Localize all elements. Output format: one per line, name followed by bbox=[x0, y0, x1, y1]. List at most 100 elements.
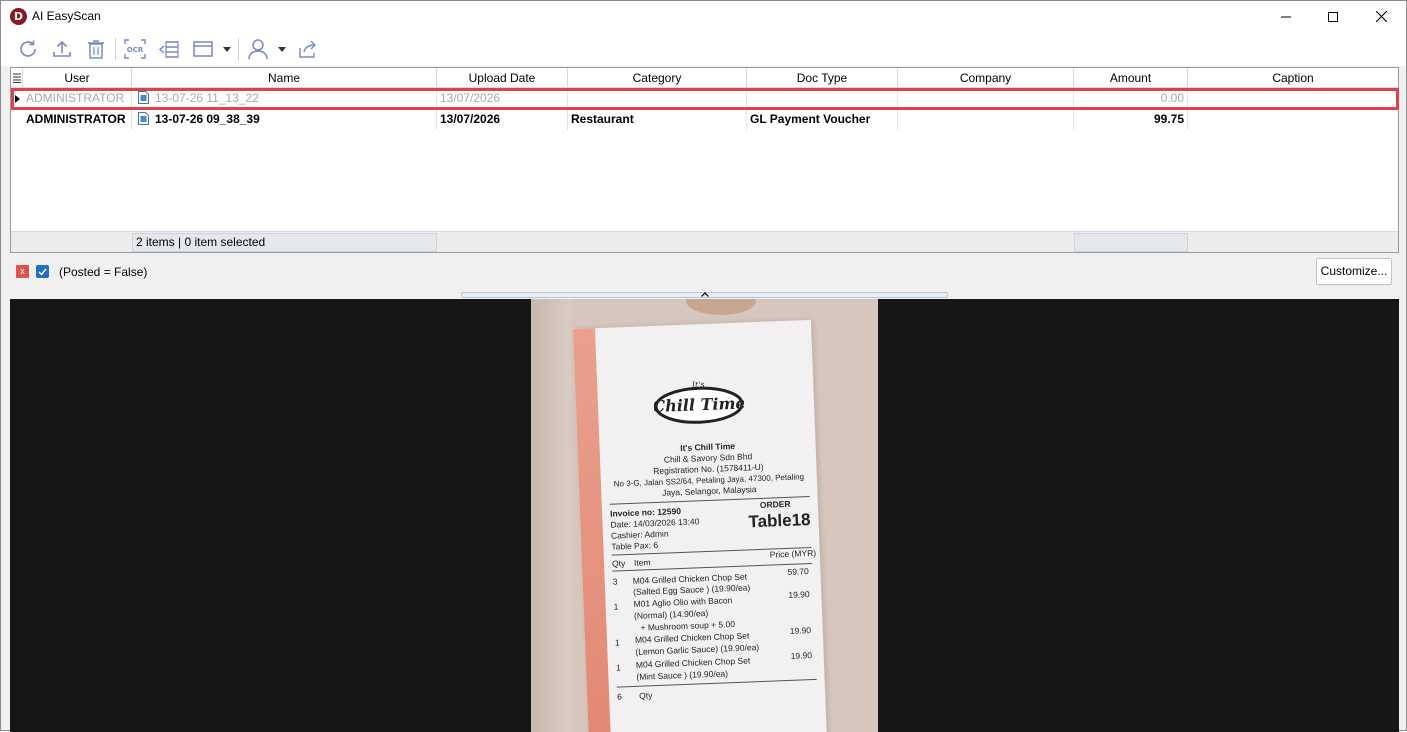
cell-company[interactable] bbox=[898, 109, 1074, 130]
svg-text:Chill Time: Chill Time bbox=[653, 393, 745, 416]
receipt-torn-edge bbox=[573, 328, 612, 732]
receipt-item-name: M01 Aglio Olio with Bacon bbox=[633, 595, 733, 609]
upload-icon bbox=[53, 40, 71, 57]
image-preview[interactable]: It's Chill Time It's Chill Time Chill & … bbox=[10, 299, 1399, 732]
column-header-doc-type[interactable]: Doc Type bbox=[747, 68, 898, 88]
refresh-icon bbox=[20, 40, 36, 57]
grid-footer: 2 items | 0 item selected bbox=[11, 231, 1398, 252]
cell-user[interactable]: ADMINISTRATOR bbox=[23, 109, 132, 130]
toolbar-separator bbox=[238, 38, 239, 60]
cell-name-text: 13-07-26 09_38_39 bbox=[155, 112, 260, 126]
title-bar: D AI EasyScan bbox=[1, 1, 1406, 32]
layout-icon bbox=[193, 41, 213, 57]
cell-user[interactable]: ADMINISTRATOR bbox=[23, 88, 132, 109]
share-button[interactable] bbox=[294, 36, 322, 62]
column-header-user[interactable]: User bbox=[23, 68, 132, 88]
cell-caption[interactable] bbox=[1188, 109, 1398, 130]
ocr-icon: OCR bbox=[124, 39, 146, 59]
cell-upload-date[interactable]: 13/07/2026 bbox=[437, 88, 568, 109]
user-icon bbox=[248, 39, 268, 60]
receipt-item-qty: 3 bbox=[612, 576, 618, 587]
layout-dropdown[interactable] bbox=[222, 44, 232, 54]
table-row[interactable]: ADMINISTRATOR 13-07-26 09_38_39 13/07/20… bbox=[11, 109, 1398, 130]
minimize-icon bbox=[1281, 16, 1291, 17]
receipt-total-qty-label: Qty bbox=[638, 690, 653, 701]
column-header-caption[interactable]: Caption bbox=[1188, 68, 1398, 88]
app-window: D AI EasyScan OCR User Name Upload Date … bbox=[0, 0, 1407, 732]
receipt-table: Table18 bbox=[748, 510, 811, 532]
svg-text:OCR: OCR bbox=[127, 46, 144, 54]
chevron-up-icon bbox=[700, 292, 709, 297]
document-grid: User Name Upload Date Category Doc Type … bbox=[10, 67, 1399, 253]
receipt-item-price: 19.90 bbox=[790, 650, 813, 661]
receipt-item-price: 19.90 bbox=[789, 625, 812, 636]
toolbar: OCR bbox=[1, 32, 1406, 66]
row-pointer-icon bbox=[14, 94, 20, 103]
app-logo-icon: D bbox=[10, 8, 27, 25]
check-icon bbox=[38, 268, 47, 276]
user-dropdown[interactable] bbox=[277, 44, 287, 54]
cell-caption[interactable] bbox=[1188, 88, 1398, 109]
minimize-button[interactable] bbox=[1263, 1, 1309, 32]
column-header-name[interactable]: Name bbox=[132, 68, 437, 88]
column-header-amount[interactable]: Amount bbox=[1074, 68, 1188, 88]
photo-background bbox=[531, 299, 571, 732]
table-row[interactable]: ADMINISTRATOR 13-07-26 11_13_22 13/07/20… bbox=[11, 88, 1398, 109]
cell-category[interactable] bbox=[568, 88, 747, 109]
ocr-button[interactable]: OCR bbox=[121, 36, 149, 62]
cell-company[interactable] bbox=[898, 88, 1074, 109]
current-row-indicator bbox=[11, 88, 23, 109]
cell-amount[interactable]: 99.75 bbox=[1074, 109, 1188, 130]
column-header-category[interactable]: Category bbox=[568, 68, 747, 88]
customize-button[interactable]: Customize... bbox=[1316, 258, 1392, 285]
receipt-col-item: Item bbox=[633, 557, 651, 568]
receipt-pax: Table Pax: 6 bbox=[611, 539, 659, 552]
filter-text[interactable]: (Posted = False) bbox=[59, 265, 147, 279]
receipt-item-detail: (Mint Sauce ) (19.90/ea) bbox=[636, 668, 729, 682]
receipt-col-qty: Qty bbox=[611, 558, 626, 569]
panel-splitter[interactable] bbox=[461, 292, 948, 298]
upload-button[interactable] bbox=[48, 36, 76, 62]
maximize-button[interactable] bbox=[1310, 1, 1356, 32]
cell-category[interactable]: Restaurant bbox=[568, 109, 747, 130]
receipt-item-qty: 1 bbox=[615, 662, 621, 673]
layout-button[interactable] bbox=[189, 36, 217, 62]
receipt-paper: It's Chill Time It's Chill Time Chill & … bbox=[573, 319, 827, 732]
column-header-company[interactable]: Company bbox=[898, 68, 1074, 88]
close-button[interactable] bbox=[1358, 1, 1404, 32]
svg-text:It's: It's bbox=[691, 380, 705, 390]
document-icon bbox=[138, 91, 149, 104]
cell-doc-type[interactable] bbox=[747, 88, 898, 109]
receipt-item-price: 19.90 bbox=[788, 589, 810, 600]
grid-header: User Name Upload Date Category Doc Type … bbox=[11, 68, 1398, 88]
outdent-button[interactable] bbox=[155, 36, 183, 62]
cell-doc-type[interactable]: GL Payment Voucher bbox=[747, 109, 898, 130]
toolbar-separator bbox=[115, 38, 116, 60]
delete-button[interactable] bbox=[82, 36, 110, 62]
chill-time-logo: It's Chill Time bbox=[653, 380, 745, 424]
cell-name[interactable]: 13-07-26 11_13_22 bbox=[132, 88, 437, 109]
share-icon bbox=[299, 40, 316, 58]
column-header-upload-date[interactable]: Upload Date bbox=[437, 68, 568, 88]
receipt-item-qty: 1 bbox=[614, 637, 620, 648]
cell-upload-date[interactable]: 13/07/2026 bbox=[437, 109, 568, 130]
clear-filter-button[interactable]: x bbox=[16, 265, 29, 278]
delete-icon bbox=[88, 40, 104, 59]
receipt-photo: It's Chill Time It's Chill Time Chill & … bbox=[531, 299, 878, 732]
filter-enabled-checkbox[interactable] bbox=[36, 265, 49, 278]
receipt-item-qty: 1 bbox=[613, 601, 619, 612]
column-chooser[interactable] bbox=[11, 68, 23, 88]
close-icon bbox=[1375, 11, 1387, 22]
receipt-item-name: M04 Grilled Chicken Chop Set bbox=[635, 655, 751, 670]
refresh-button[interactable] bbox=[14, 36, 42, 62]
chevron-down-icon bbox=[278, 46, 286, 52]
cell-amount[interactable]: 0.00 bbox=[1074, 88, 1188, 109]
photo-finger bbox=[686, 299, 756, 315]
cell-name[interactable]: 13-07-26 09_38_39 bbox=[132, 109, 437, 130]
maximize-icon bbox=[1328, 11, 1338, 22]
items-summary: 2 items | 0 item selected bbox=[136, 235, 266, 249]
window-title: AI EasyScan bbox=[32, 9, 101, 23]
filter-bar: x (Posted = False) Customize... bbox=[10, 254, 1399, 290]
user-button[interactable] bbox=[244, 36, 272, 62]
receipt-col-price: Price (MYR) bbox=[769, 547, 817, 560]
